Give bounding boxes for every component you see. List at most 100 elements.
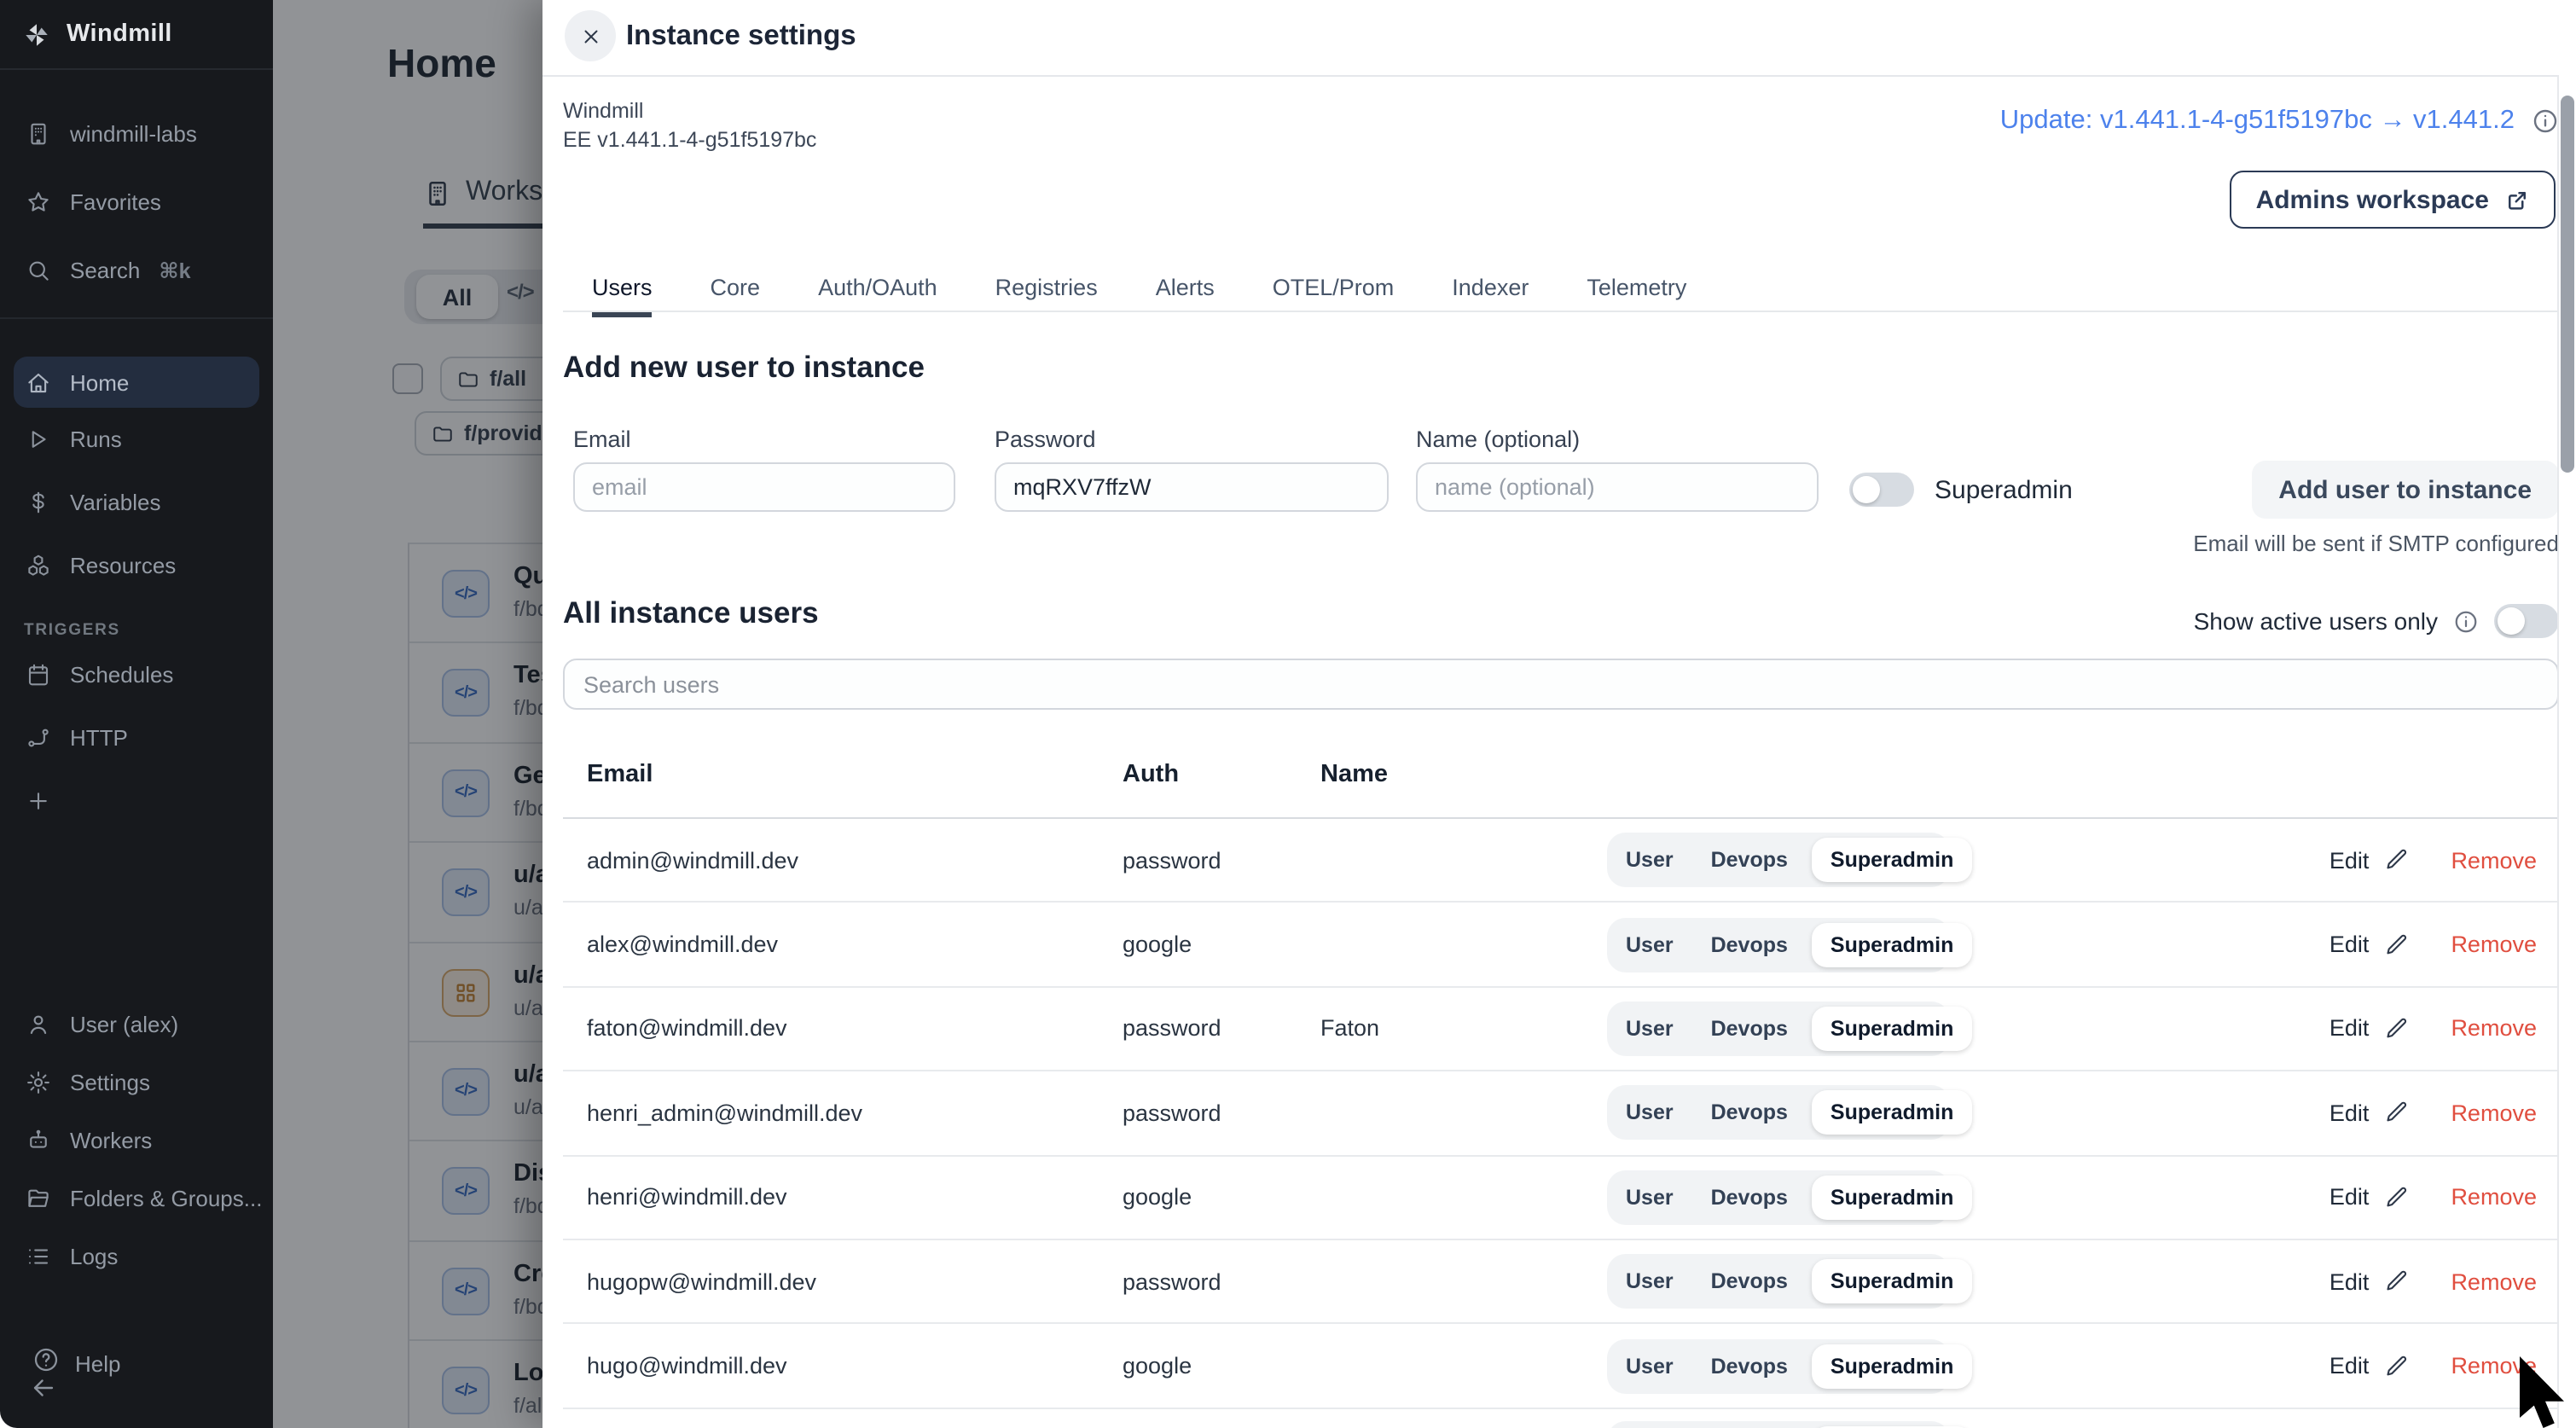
- search-users-input[interactable]: [563, 659, 2559, 710]
- sidebar-item-home[interactable]: Home: [14, 357, 259, 408]
- info-icon[interactable]: [2453, 608, 2479, 634]
- role-devops[interactable]: Devops: [1692, 1269, 1807, 1293]
- sidebar-item-schedules[interactable]: Schedules: [0, 643, 273, 706]
- role-user[interactable]: User: [1607, 1354, 1692, 1378]
- name-field[interactable]: [1416, 462, 1819, 512]
- help-icon[interactable]: [32, 1346, 60, 1373]
- role-devops[interactable]: Devops: [1692, 932, 1807, 956]
- role-user[interactable]: User: [1607, 1101, 1692, 1125]
- sidebar-item-workspace[interactable]: windmill-labs: [0, 99, 273, 167]
- table-row: henri_admin@windmill.dev password UserDe…: [563, 1071, 2559, 1156]
- role-devops[interactable]: Devops: [1692, 1354, 1807, 1378]
- sidebar-item-settings[interactable]: Settings: [0, 1053, 273, 1111]
- tab-core[interactable]: Core: [711, 261, 761, 312]
- all-users-heading: All instance users: [563, 595, 819, 631]
- collapse-sidebar-icon[interactable]: [29, 1373, 58, 1402]
- user-auth: password: [1123, 1100, 1320, 1126]
- remove-button[interactable]: Remove: [2451, 932, 2537, 957]
- sidebar-item-folders[interactable]: Folders & Groups...: [0, 1169, 273, 1227]
- close-button[interactable]: [565, 10, 616, 61]
- role-user[interactable]: User: [1607, 1186, 1692, 1210]
- dollar-icon: [26, 490, 51, 515]
- tab-indexer[interactable]: Indexer: [1452, 261, 1529, 312]
- gear-icon: [26, 1069, 51, 1094]
- role-superadmin[interactable]: Superadmin: [1812, 1344, 1973, 1388]
- role-superadmin[interactable]: Superadmin: [1812, 1091, 1973, 1135]
- remove-button[interactable]: Remove: [2451, 1100, 2537, 1126]
- show-active-label: Show active users only: [2194, 607, 2438, 635]
- role-devops[interactable]: Devops: [1692, 1186, 1807, 1210]
- table-row: henri@windmill.dev google UserDevopsSupe…: [563, 1156, 2559, 1240]
- remove-button[interactable]: Remove: [2451, 1016, 2537, 1042]
- remove-button[interactable]: Remove: [2451, 847, 2537, 873]
- role-superadmin[interactable]: Superadmin: [1812, 922, 1973, 967]
- edit-button[interactable]: Edit: [2329, 932, 2409, 957]
- edit-button[interactable]: Edit: [2329, 1016, 2409, 1042]
- update-link[interactable]: Update: v1.441.1-4-g51f5197bc → v1.441.2: [2000, 106, 2515, 136]
- tab-users[interactable]: Users: [592, 261, 653, 317]
- remove-button[interactable]: Remove: [2451, 1268, 2537, 1294]
- modal-scrollbar[interactable]: [2557, 75, 2576, 1428]
- mouse-cursor: [2520, 1356, 2576, 1428]
- sidebar-item-workers[interactable]: Workers: [0, 1111, 273, 1169]
- add-user-button[interactable]: Add user to instance: [2251, 461, 2559, 519]
- list-icon: [26, 1243, 51, 1268]
- role-superadmin[interactable]: Superadmin: [1812, 838, 1973, 882]
- sidebar-item-favorites[interactable]: Favorites: [0, 167, 273, 235]
- user-email: faton@windmill.dev: [587, 1016, 1123, 1042]
- tab-otel-prom[interactable]: OTEL/Prom: [1273, 261, 1395, 312]
- role-segmented-control: UserDevopsSuperadmin: [1607, 917, 1950, 972]
- sidebar: Windmill windmill-labs Favorites Search …: [0, 0, 273, 1428]
- role-superadmin[interactable]: Superadmin: [1812, 1007, 1973, 1051]
- edit-button[interactable]: Edit: [2329, 1100, 2409, 1126]
- password-field[interactable]: [995, 462, 1389, 512]
- info-icon[interactable]: [2532, 107, 2559, 135]
- role-devops[interactable]: Devops: [1692, 1017, 1807, 1041]
- table-row: hugo@windmill.dev google UserDevopsSuper…: [563, 1325, 2559, 1409]
- remove-button[interactable]: Remove: [2451, 1185, 2537, 1210]
- role-devops[interactable]: Devops: [1692, 848, 1807, 872]
- boxes-icon: [26, 553, 51, 578]
- sidebar-item-user[interactable]: User (alex): [0, 995, 273, 1053]
- tab-alerts[interactable]: Alerts: [1156, 261, 1215, 312]
- email-field[interactable]: [573, 462, 955, 512]
- password-label: Password: [995, 427, 1096, 452]
- edit-button[interactable]: Edit: [2329, 1268, 2409, 1294]
- user-icon: [26, 1011, 51, 1036]
- role-user[interactable]: User: [1607, 1269, 1692, 1293]
- role-user[interactable]: User: [1607, 848, 1692, 872]
- app-logo[interactable]: Windmill: [0, 0, 273, 70]
- superadmin-toggle[interactable]: [1849, 473, 1914, 507]
- version-string: EE v1.441.1-4-g51f5197bc: [563, 126, 816, 155]
- edit-button[interactable]: Edit: [2329, 847, 2409, 873]
- user-auth: google: [1123, 1353, 1320, 1379]
- role-segmented-control: UserDevopsSuperadmin: [1607, 1254, 1950, 1309]
- external-link-icon: [2504, 187, 2530, 212]
- sidebar-item-logs[interactable]: Logs: [0, 1227, 273, 1285]
- pencil-icon: [2384, 1101, 2408, 1125]
- users-table: admin@windmill.dev password UserDevopsSu…: [563, 817, 2559, 1428]
- role-superadmin[interactable]: Superadmin: [1812, 1259, 1973, 1303]
- role-superadmin[interactable]: Superadmin: [1812, 1175, 1973, 1220]
- pencil-icon: [2384, 1354, 2408, 1378]
- scrollbar-thumb[interactable]: [2561, 96, 2574, 473]
- tab-auth-oauth[interactable]: Auth/OAuth: [818, 261, 937, 312]
- role-user[interactable]: User: [1607, 932, 1692, 956]
- sidebar-item-http[interactable]: HTTP: [0, 706, 273, 769]
- product-name: Windmill: [563, 97, 816, 126]
- sidebar-item-resources[interactable]: Resources: [0, 534, 273, 597]
- sidebar-item-add-trigger[interactable]: [0, 769, 273, 833]
- role-devops[interactable]: Devops: [1692, 1101, 1807, 1125]
- sidebar-item-variables[interactable]: Variables: [0, 471, 273, 534]
- calendar-icon: [26, 662, 51, 688]
- role-segmented-control: UserDevopsSuperadmin: [1607, 1001, 1950, 1056]
- admins-workspace-button[interactable]: Admins workspace: [2231, 171, 2556, 229]
- tab-telemetry[interactable]: Telemetry: [1587, 261, 1686, 312]
- sidebar-item-search[interactable]: Search ⌘k: [0, 235, 273, 304]
- role-user[interactable]: User: [1607, 1017, 1692, 1041]
- tab-registries[interactable]: Registries: [995, 261, 1098, 312]
- edit-button[interactable]: Edit: [2329, 1185, 2409, 1210]
- edit-button[interactable]: Edit: [2329, 1353, 2409, 1379]
- sidebar-item-runs[interactable]: Runs: [0, 408, 273, 471]
- show-active-toggle[interactable]: [2494, 604, 2559, 638]
